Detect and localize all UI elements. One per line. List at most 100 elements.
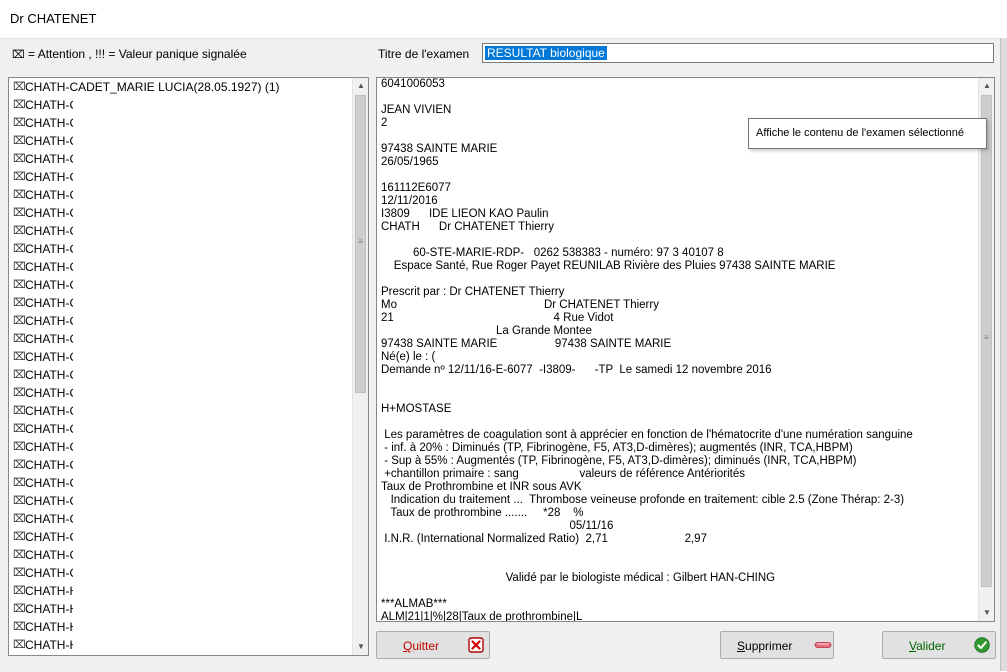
validate-button[interactable]: Valider xyxy=(882,631,996,659)
attention-icon: ⌧ xyxy=(13,117,26,129)
attention-icon: ⌧ xyxy=(13,459,26,471)
report-line: H+MOSTASE xyxy=(381,403,452,415)
list-item-label: CHATH-C xyxy=(25,134,79,148)
report-line: +chantillon primaire : sang valeurs de r… xyxy=(381,468,746,480)
exam-list[interactable]: ⌧ CHATH-CADET_MARIE LUCIA(28.05.1927) (1)… xyxy=(8,77,369,656)
validate-label: Valider xyxy=(909,639,946,653)
checkmark-icon xyxy=(974,637,990,653)
report-line xyxy=(381,234,977,247)
scroll-down-arrow-icon[interactable]: ▼ xyxy=(979,605,994,621)
report-line: Indication du traitement ... Thrombose v… xyxy=(381,494,905,506)
report-line: Les paramètres de coagulation sont à app… xyxy=(381,429,913,441)
attention-icon: ⌧ xyxy=(13,621,26,633)
redacted-area xyxy=(73,98,323,654)
report-line: - Sup à 55% : Augmentés (TP, Fibrinogène… xyxy=(381,455,857,467)
list-item-label: CHATH-C xyxy=(25,152,79,166)
report-line: ***ALMAB*** xyxy=(381,598,447,610)
list-item-label: CHATH-C xyxy=(25,548,79,562)
scroll-thumb[interactable]: ≡ xyxy=(981,95,992,587)
list-item-label: CHATH-C xyxy=(25,188,79,202)
report-line: La Grande Montee xyxy=(381,325,592,337)
attention-icon: ⌧ xyxy=(13,171,26,183)
list-item-label: CHATH-HIVANNOE_INGRID MARIE(14.08.1979) … xyxy=(25,654,307,655)
list-item[interactable]: ⌧ CHATH-CADET_MARIE LUCIA(28.05.1927) (1) xyxy=(9,78,354,96)
list-item-label: CHATH-H xyxy=(25,620,79,634)
attention-icon: ⌧ xyxy=(13,243,26,255)
content-scrollbar[interactable]: ▲ ≡ ▼ xyxy=(978,78,994,621)
scroll-down-arrow-icon[interactable]: ▼ xyxy=(353,639,368,655)
list-item-label: CHATH-C xyxy=(25,494,79,508)
list-item-label: CHATH-C xyxy=(25,206,79,220)
report-line: 21 4 Rue Vidot xyxy=(381,312,614,324)
report-line: 97438 SAINTE MARIE 97438 SAINTE MARIE xyxy=(381,338,672,350)
list-item[interactable]: ⌧CHATH-HIVANNOE_INGRID MARIE(14.08.1979)… xyxy=(9,654,354,655)
report-line: 161112E6077 xyxy=(381,182,451,194)
list-item-label: CHATH-C xyxy=(25,530,79,544)
list-item-label: CHATH-C xyxy=(25,278,79,292)
list-item-label: CHATH-C xyxy=(25,404,79,418)
list-item-label: CHATH-C xyxy=(25,224,79,238)
attention-icon: ⌧ xyxy=(13,225,26,237)
list-item-label: CHATH-C xyxy=(25,296,79,310)
quit-button[interactable]: Quitter xyxy=(376,631,490,659)
list-item-label: CHATH-C xyxy=(25,476,79,490)
report-line xyxy=(381,585,977,598)
list-scrollbar[interactable]: ▲ ≡ ▼ xyxy=(352,78,368,655)
list-item-label: CHATH-C xyxy=(25,350,79,364)
attention-legend: ⌧ = Attention , !!! = Valeur panique sig… xyxy=(12,47,247,61)
report-line: 60-STE-MARIE-RDP- 0262 538383 - numéro: … xyxy=(381,247,724,259)
scroll-up-arrow-icon[interactable]: ▲ xyxy=(979,78,994,94)
attention-icon: ⌧ xyxy=(13,261,26,273)
report-line: Validé par le biologiste médical : Gilbe… xyxy=(381,572,776,584)
delete-button[interactable]: Supprimer xyxy=(720,631,834,659)
report-line: Taux de prothrombine ....... *28 % xyxy=(381,507,584,519)
list-item-label: CHATH-C xyxy=(25,314,79,328)
attention-icon: ⌧ xyxy=(13,153,26,165)
list-item-label: CHATH-C xyxy=(25,242,79,256)
report-line: Né(e) le : ( xyxy=(381,351,436,363)
exam-content-view[interactable]: 6041006053 JEAN VIVIEN 2 97438 SAINTE MARIE… xyxy=(376,77,995,622)
report-line xyxy=(381,91,977,104)
attention-icon: ⌧ xyxy=(13,549,26,561)
list-item-label: CHATH-C xyxy=(25,98,79,112)
attention-icon: ⌧ xyxy=(13,603,26,615)
attention-icon: ⌧ xyxy=(13,369,26,381)
attention-icon: ⌧ xyxy=(13,315,26,327)
report-line xyxy=(381,559,977,572)
attention-icon: ⌧ xyxy=(13,81,26,93)
attention-icon: ⌧ xyxy=(13,639,26,651)
delete-label: Supprimer xyxy=(737,639,793,653)
attention-icon: ⌧ xyxy=(13,387,26,399)
exam-title-value[interactable]: RESULTAT biologique xyxy=(485,46,607,60)
close-icon xyxy=(468,637,484,653)
report-line: 12/11/2016 xyxy=(381,195,438,207)
attention-icon: ⌧ xyxy=(13,99,26,111)
list-item-label: CHATH-CADET_MARIE LUCIA(28.05.1927) (1) xyxy=(25,80,280,94)
report-line xyxy=(381,273,977,286)
list-item-label: CHATH-C xyxy=(25,386,79,400)
exam-content-lines: 6041006053 JEAN VIVIEN 2 97438 SAINTE MARIE… xyxy=(381,78,977,622)
grip-icon: ≡ xyxy=(358,237,363,246)
scroll-thumb[interactable]: ≡ xyxy=(355,95,366,393)
report-line: I.N.R. (International Normalized Ratio) … xyxy=(381,533,707,545)
attention-icon: ⌧ xyxy=(13,585,26,597)
attention-icon: ⌧ xyxy=(13,567,26,579)
report-line: Prescrit par : Dr CHATENET Thierry xyxy=(381,286,565,298)
list-item-label: CHATH-H xyxy=(25,602,79,616)
report-line xyxy=(381,169,977,182)
exam-title-input[interactable]: RESULTAT biologique xyxy=(482,43,994,63)
list-item-label: CHATH-C xyxy=(25,170,79,184)
report-line: 26/05/1965 xyxy=(381,156,439,168)
list-item-label: CHATH-C xyxy=(25,512,79,526)
scroll-up-arrow-icon[interactable]: ▲ xyxy=(353,78,368,94)
attention-icon: ⌧ xyxy=(13,405,26,417)
attention-icon: ⌧ xyxy=(13,351,26,363)
attention-icon: ⌧ xyxy=(13,207,26,219)
list-item-label: CHATH-C xyxy=(25,116,79,130)
list-item-label: CHATH-C xyxy=(25,440,79,454)
title-bar: Dr CHATENET xyxy=(0,0,1007,38)
report-line: ALM|21|1|%|28|Taux de prothrombine|L xyxy=(381,611,583,622)
tooltip: Affiche le contenu de l'examen sélection… xyxy=(748,118,987,149)
quit-label: Quitter xyxy=(403,639,440,653)
report-line: 6041006053 xyxy=(381,78,445,90)
